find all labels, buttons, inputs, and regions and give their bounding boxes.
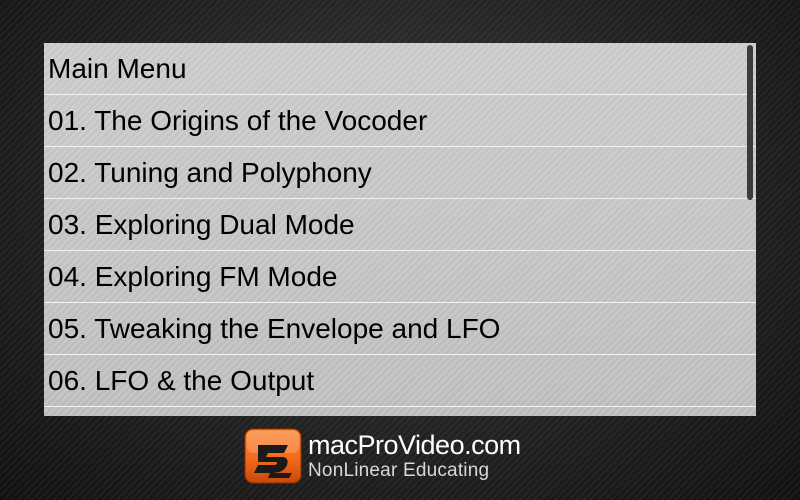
- chapter-list: Main Menu 01. The Origins of the Vocoder…: [44, 43, 756, 416]
- menu-item-main-menu[interactable]: Main Menu: [44, 43, 756, 95]
- menu-item-chapter-04[interactable]: 04. Exploring FM Mode: [44, 251, 756, 303]
- menu-item-chapter-06[interactable]: 06. LFO & the Output: [44, 355, 756, 407]
- brand-footer: macProVideo.com NonLinear Educating: [244, 428, 521, 484]
- menu-item-chapter-02[interactable]: 02. Tuning and Polyphony: [44, 147, 756, 199]
- menu-item-partial[interactable]: [44, 407, 756, 416]
- scrollbar[interactable]: [747, 45, 753, 200]
- brand-name: macProVideo.com: [308, 430, 521, 460]
- menu-item-chapter-01[interactable]: 01. The Origins of the Vocoder: [44, 95, 756, 147]
- brand-text: macProVideo.com NonLinear Educating: [308, 430, 521, 482]
- macprovideo-logo-icon: [244, 428, 302, 484]
- chapter-menu[interactable]: Main Menu 01. The Origins of the Vocoder…: [44, 43, 756, 416]
- brand-tagline: NonLinear Educating: [308, 460, 490, 481]
- menu-item-chapter-03[interactable]: 03. Exploring Dual Mode: [44, 199, 756, 251]
- menu-item-chapter-05[interactable]: 05. Tweaking the Envelope and LFO: [44, 303, 756, 355]
